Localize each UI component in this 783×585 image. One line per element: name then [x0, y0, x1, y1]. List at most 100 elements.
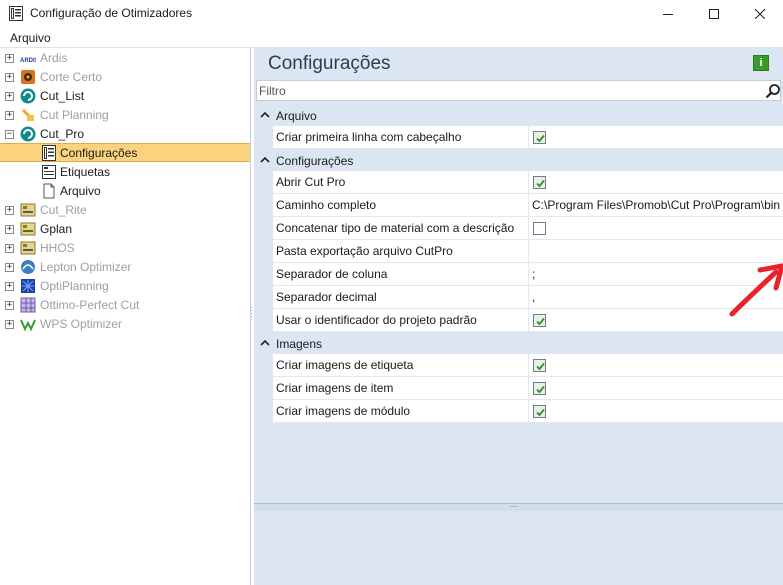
info-button[interactable]: i — [753, 55, 769, 71]
checkbox[interactable] — [533, 222, 546, 235]
category-imagens[interactable]: Imagens — [254, 334, 783, 353]
checkmark-icon — [536, 362, 545, 371]
tree-item-label: Gplan — [40, 222, 73, 236]
maximize-button[interactable] — [691, 0, 737, 27]
corte-certo-icon — [21, 70, 35, 84]
tree-item-label: Etiquetas — [60, 165, 111, 179]
property-row[interactable]: Separador de coluna ; — [273, 263, 783, 286]
column-divider — [528, 263, 529, 286]
property-name: Criar primeira linha com cabeçalho — [276, 130, 462, 144]
cut-list-icon — [20, 88, 36, 104]
column-divider — [528, 217, 529, 240]
tree-item-label: Ardis — [40, 51, 68, 65]
expand-icon[interactable]: + — [5, 54, 14, 63]
expand-icon[interactable]: + — [5, 111, 14, 120]
tree-item-label: Cut Planning — [40, 108, 109, 122]
tree-item-label: Cut_Rite — [40, 203, 87, 217]
chevron-up-icon[interactable] — [260, 110, 270, 120]
chevron-up-icon[interactable] — [260, 338, 270, 348]
property-row[interactable]: Usar o identificador do projeto padrão — [273, 309, 783, 332]
property-name: Abrir Cut Pro — [276, 175, 346, 189]
tree-item-label: Configurações — [60, 146, 138, 160]
tree-item-cut-planning[interactable]: + Cut Planning — [0, 106, 250, 125]
file-icon — [43, 183, 55, 199]
column-divider — [528, 400, 529, 423]
checkbox[interactable] — [533, 176, 546, 189]
tree-item-lepton-optimizer[interactable]: + Lepton Optimizer — [0, 258, 250, 277]
tree-item-label: Cut_Pro — [40, 127, 85, 141]
minimize-button[interactable] — [645, 0, 691, 27]
ottimo-icon — [20, 297, 36, 313]
property-name: Criar imagens de etiqueta — [276, 358, 414, 372]
property-row[interactable]: Caminho completo C:\Program Files\Promob… — [273, 194, 783, 217]
tree-item-cut-list[interactable]: + Cut_List — [0, 87, 250, 106]
close-button[interactable] — [737, 0, 783, 27]
checkmark-icon — [536, 385, 545, 394]
optimizer-tree: + ARDIS Ardis + Corte Certo + Cut_List +… — [0, 48, 251, 585]
category-label: Arquivo — [276, 109, 317, 123]
checkbox[interactable] — [533, 405, 546, 418]
tree-item-gplan[interactable]: + Gplan — [0, 220, 250, 239]
checkmark-icon — [536, 134, 545, 143]
expand-icon[interactable]: + — [5, 320, 14, 329]
category-arquivo[interactable]: Arquivo — [254, 106, 783, 125]
property-row[interactable]: Criar imagens de módulo — [273, 400, 783, 423]
chevron-up-icon[interactable] — [260, 155, 270, 165]
column-divider — [528, 126, 529, 149]
tree-item-hhos[interactable]: + HHOS — [0, 239, 250, 258]
search-icon[interactable] — [765, 83, 781, 99]
tree-item-wps-optimizer[interactable]: + WPS Optimizer — [0, 315, 250, 334]
column-divider — [528, 377, 529, 400]
collapse-icon[interactable]: − — [5, 130, 14, 139]
close-icon — [755, 8, 765, 19]
tree-item-arquivo[interactable]: Arquivo — [0, 182, 250, 201]
property-name: Pasta exportação arquivo CutPro — [276, 244, 453, 258]
checkbox[interactable] — [533, 314, 546, 327]
tree-item-cut-rite[interactable]: + Cut_Rite — [0, 201, 250, 220]
property-name: Criar imagens de módulo — [276, 404, 411, 418]
property-value[interactable]: , — [532, 290, 535, 304]
expand-icon[interactable]: + — [5, 73, 14, 82]
path-value[interactable]: C:\Program Files\Promob\Cut Pro\Program\… — [532, 198, 780, 212]
checkbox[interactable] — [533, 359, 546, 372]
cut-pro-icon — [20, 126, 36, 142]
horizontal-splitter[interactable]: ····· — [254, 502, 783, 511]
filter-input[interactable] — [259, 82, 754, 99]
checkmark-icon — [536, 317, 545, 326]
tree-item-ottimo-perfect-cut[interactable]: + Ottimo-Perfect Cut — [0, 296, 250, 315]
property-row[interactable]: Criar imagens de item — [273, 377, 783, 400]
expand-icon[interactable]: + — [5, 244, 14, 253]
expand-icon[interactable]: + — [5, 225, 14, 234]
category-configuracoes[interactable]: Configurações — [254, 151, 783, 170]
expand-icon[interactable]: + — [5, 301, 14, 310]
expand-icon[interactable]: + — [5, 92, 14, 101]
menu-file[interactable]: Arquivo — [10, 31, 51, 45]
tree-item-label: Ottimo-Perfect Cut — [40, 298, 140, 312]
tree-item-configuracoes[interactable]: Configurações — [0, 143, 250, 162]
checkbox[interactable] — [533, 382, 546, 395]
property-row[interactable]: Pasta exportação arquivo CutPro — [273, 240, 783, 263]
expand-icon[interactable]: + — [5, 263, 14, 272]
minimize-icon — [663, 13, 673, 15]
column-divider — [528, 171, 529, 194]
property-row[interactable]: Separador decimal , — [273, 286, 783, 309]
lepton-icon — [21, 260, 35, 274]
property-value[interactable]: ; — [532, 267, 535, 281]
checkmark-icon — [536, 179, 545, 188]
property-row[interactable]: Abrir Cut Pro — [273, 171, 783, 194]
property-row[interactable]: Concatenar tipo de material com a descri… — [273, 217, 783, 240]
column-divider — [528, 354, 529, 377]
window-title: Configuração de Otimizadores — [30, 6, 193, 20]
column-divider — [528, 194, 529, 217]
column-divider — [528, 240, 529, 263]
property-row[interactable]: Criar imagens de etiqueta — [273, 354, 783, 377]
checkbox[interactable] — [533, 131, 546, 144]
tree-item-corte-certo[interactable]: + Corte Certo — [0, 68, 250, 87]
expand-icon[interactable]: + — [5, 206, 14, 215]
expand-icon[interactable]: + — [5, 282, 14, 291]
tree-item-etiquetas[interactable]: Etiquetas — [0, 163, 250, 182]
tree-item-cut-pro[interactable]: − Cut_Pro — [0, 125, 250, 144]
tree-item-optiplanning[interactable]: + OptiPlanning — [0, 277, 250, 296]
tree-item-ardis[interactable]: + ARDIS Ardis — [0, 49, 250, 68]
property-row[interactable]: Criar primeira linha com cabeçalho — [273, 126, 783, 149]
